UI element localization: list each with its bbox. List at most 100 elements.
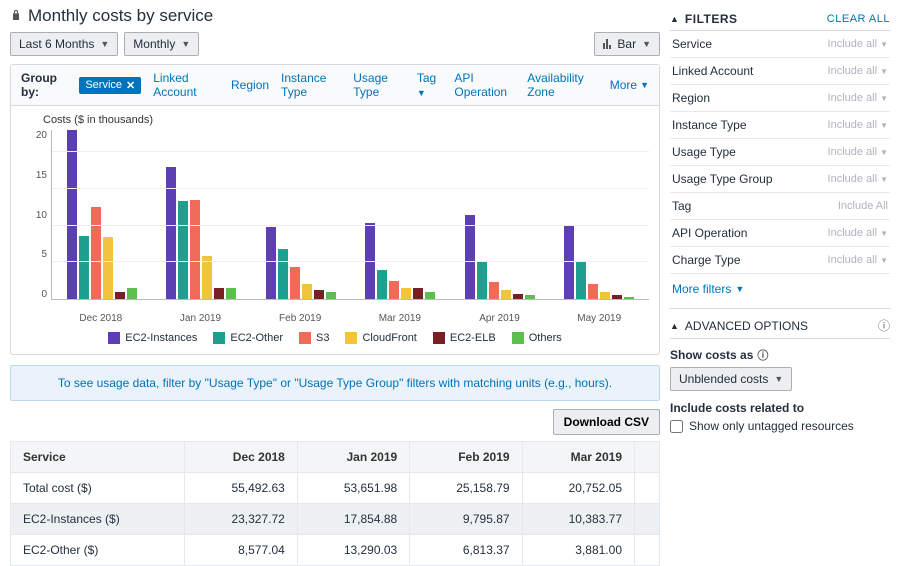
- table-row[interactable]: EC2-Instances ($)23,327.7217,854.889,795…: [11, 504, 660, 535]
- filter-row[interactable]: Linked AccountInclude all▼: [670, 58, 890, 85]
- bar[interactable]: [425, 292, 435, 299]
- filter-value[interactable]: Include all▼: [828, 119, 888, 131]
- table-header[interactable]: Mar 2019: [522, 442, 634, 473]
- bar[interactable]: [178, 201, 188, 299]
- table-header[interactable]: Jan 2019: [297, 442, 409, 473]
- group-by-option[interactable]: Tag ▼: [417, 71, 443, 99]
- table-header[interactable]: Feb 2019: [410, 442, 522, 473]
- bar[interactable]: [576, 261, 586, 299]
- table-cell: 9,795.87: [410, 504, 522, 535]
- legend-swatch: [213, 332, 225, 344]
- info-banner: To see usage data, filter by "Usage Type…: [10, 365, 660, 401]
- bar[interactable]: [226, 288, 236, 299]
- filter-name: Region: [672, 91, 710, 105]
- bar[interactable]: [266, 227, 276, 299]
- group-by-option[interactable]: Linked Account: [153, 71, 219, 99]
- filter-value[interactable]: Include all▼: [828, 92, 888, 104]
- page-title: Monthly costs by service: [28, 6, 213, 26]
- checkbox-input[interactable]: [670, 420, 683, 433]
- filters-panel-header[interactable]: ▲ FILTERS CLEAR ALL: [670, 6, 890, 31]
- bar[interactable]: [290, 267, 300, 299]
- caret-down-icon: ▼: [880, 67, 888, 76]
- legend-swatch: [299, 332, 311, 344]
- chip-remove-icon[interactable]: ✕: [126, 79, 135, 92]
- table-header[interactable]: Dec 2018: [185, 442, 297, 473]
- group-by-more[interactable]: More ▼: [610, 78, 649, 92]
- clear-all-filters[interactable]: CLEAR ALL: [827, 13, 890, 25]
- filter-row[interactable]: Usage TypeInclude all▼: [670, 139, 890, 166]
- bar[interactable]: [127, 288, 137, 299]
- filter-row[interactable]: API OperationInclude all▼: [670, 220, 890, 247]
- bar[interactable]: [389, 281, 399, 299]
- legend-item[interactable]: EC2-Other: [213, 332, 283, 344]
- bar[interactable]: [588, 284, 598, 299]
- filter-row[interactable]: TagInclude All: [670, 193, 890, 220]
- info-icon[interactable]: ⓘ: [878, 317, 890, 334]
- filter-value[interactable]: Include all▼: [828, 227, 888, 239]
- table-row[interactable]: Total cost ($)55,492.6353,651.9825,158.7…: [11, 473, 660, 504]
- legend-item[interactable]: Others: [512, 332, 562, 344]
- filter-row[interactable]: Usage Type GroupInclude all▼: [670, 166, 890, 193]
- chart-type-select[interactable]: Bar▼: [594, 32, 660, 56]
- table-row[interactable]: EC2-Other ($)8,577.0413,290.036,813.373,…: [11, 535, 660, 566]
- bar[interactable]: [377, 270, 387, 299]
- table-cell: 25,158.79: [410, 473, 522, 504]
- show-costs-as-select[interactable]: Unblended costs▼: [670, 367, 792, 391]
- group-by-option[interactable]: Region: [231, 78, 269, 92]
- filter-name: Instance Type: [672, 118, 747, 132]
- bar[interactable]: [202, 256, 212, 299]
- bar[interactable]: [600, 292, 610, 299]
- filter-value[interactable]: Include all▼: [828, 146, 888, 158]
- group-by-option[interactable]: Usage Type: [353, 71, 405, 99]
- bar[interactable]: [302, 284, 312, 299]
- download-csv-button[interactable]: Download CSV: [553, 409, 660, 435]
- filter-row[interactable]: Charge TypeInclude all▼: [670, 247, 890, 274]
- bar[interactable]: [564, 226, 574, 299]
- group-by-option[interactable]: Availability Zone: [527, 71, 597, 99]
- time-range-select[interactable]: Last 6 Months▼: [10, 32, 118, 56]
- group-by-option[interactable]: Instance Type: [281, 71, 341, 99]
- bar[interactable]: [115, 292, 125, 299]
- more-filters-link[interactable]: More filters ▼: [670, 274, 890, 304]
- bar[interactable]: [326, 292, 336, 299]
- bar[interactable]: [91, 207, 101, 299]
- bar[interactable]: [190, 200, 200, 299]
- bar[interactable]: [413, 288, 423, 299]
- legend-item[interactable]: EC2-Instances: [108, 332, 197, 344]
- show-costs-as-label: Show costs as: [670, 348, 753, 362]
- filter-value[interactable]: Include all▼: [828, 173, 888, 185]
- bar[interactable]: [401, 288, 411, 299]
- filter-row[interactable]: ServiceInclude all▼: [670, 31, 890, 58]
- bar[interactable]: [513, 294, 523, 299]
- group-by-option[interactable]: API Operation: [454, 71, 515, 99]
- legend-item[interactable]: S3: [299, 332, 329, 344]
- filter-value[interactable]: Include all▼: [828, 65, 888, 77]
- filter-value[interactable]: Include all▼: [828, 38, 888, 50]
- bar[interactable]: [79, 236, 89, 299]
- bar[interactable]: [314, 290, 324, 299]
- bar[interactable]: [278, 249, 288, 299]
- bar[interactable]: [612, 295, 622, 299]
- filter-value[interactable]: Include All: [838, 200, 888, 212]
- legend-item[interactable]: EC2-ELB: [433, 332, 496, 344]
- bar[interactable]: [214, 288, 224, 299]
- table-header[interactable]: Service: [11, 442, 185, 473]
- bar[interactable]: [67, 130, 77, 299]
- bar[interactable]: [624, 297, 634, 299]
- granularity-select[interactable]: Monthly▼: [124, 32, 199, 56]
- bar[interactable]: [525, 295, 535, 299]
- x-tick-label: May 2019: [549, 310, 649, 324]
- bar[interactable]: [489, 282, 499, 299]
- info-icon[interactable]: ⓘ: [757, 347, 768, 363]
- advanced-options-header[interactable]: ▲ ADVANCED OPTIONS ⓘ: [670, 308, 890, 339]
- bar[interactable]: [103, 237, 113, 299]
- filter-row[interactable]: Instance Type Include all▼: [670, 112, 890, 139]
- group-by-chip[interactable]: Service✕: [79, 77, 141, 94]
- legend-item[interactable]: CloudFront: [345, 332, 416, 344]
- filter-value[interactable]: Include all▼: [828, 254, 888, 266]
- bar[interactable]: [477, 262, 487, 299]
- untagged-resources-checkbox[interactable]: Show only untagged resources: [670, 419, 890, 433]
- filter-row[interactable]: Region Include all▼: [670, 85, 890, 112]
- bar[interactable]: [465, 215, 475, 300]
- bar[interactable]: [501, 290, 511, 299]
